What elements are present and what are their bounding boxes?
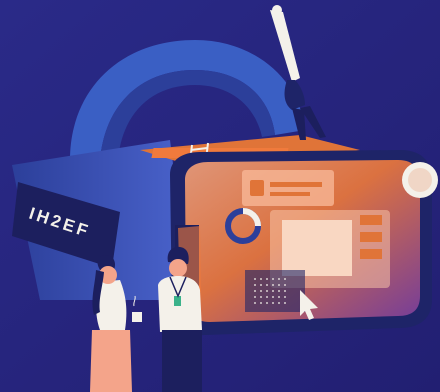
avatar-block [250,180,264,196]
image-tile [282,220,352,276]
side-widget-2 [360,232,382,242]
user-card-line-2 [270,192,310,196]
illustration-scene: IH2EF [0,0,440,392]
dot-grid [252,276,288,306]
user-card-line-1 [270,182,322,187]
visor-lens-inner [408,168,432,192]
vr-illustration: IH2EF [0,0,440,392]
id-badge-icon [174,296,181,306]
side-widget-3 [360,249,382,259]
side-widget-1 [360,215,382,225]
